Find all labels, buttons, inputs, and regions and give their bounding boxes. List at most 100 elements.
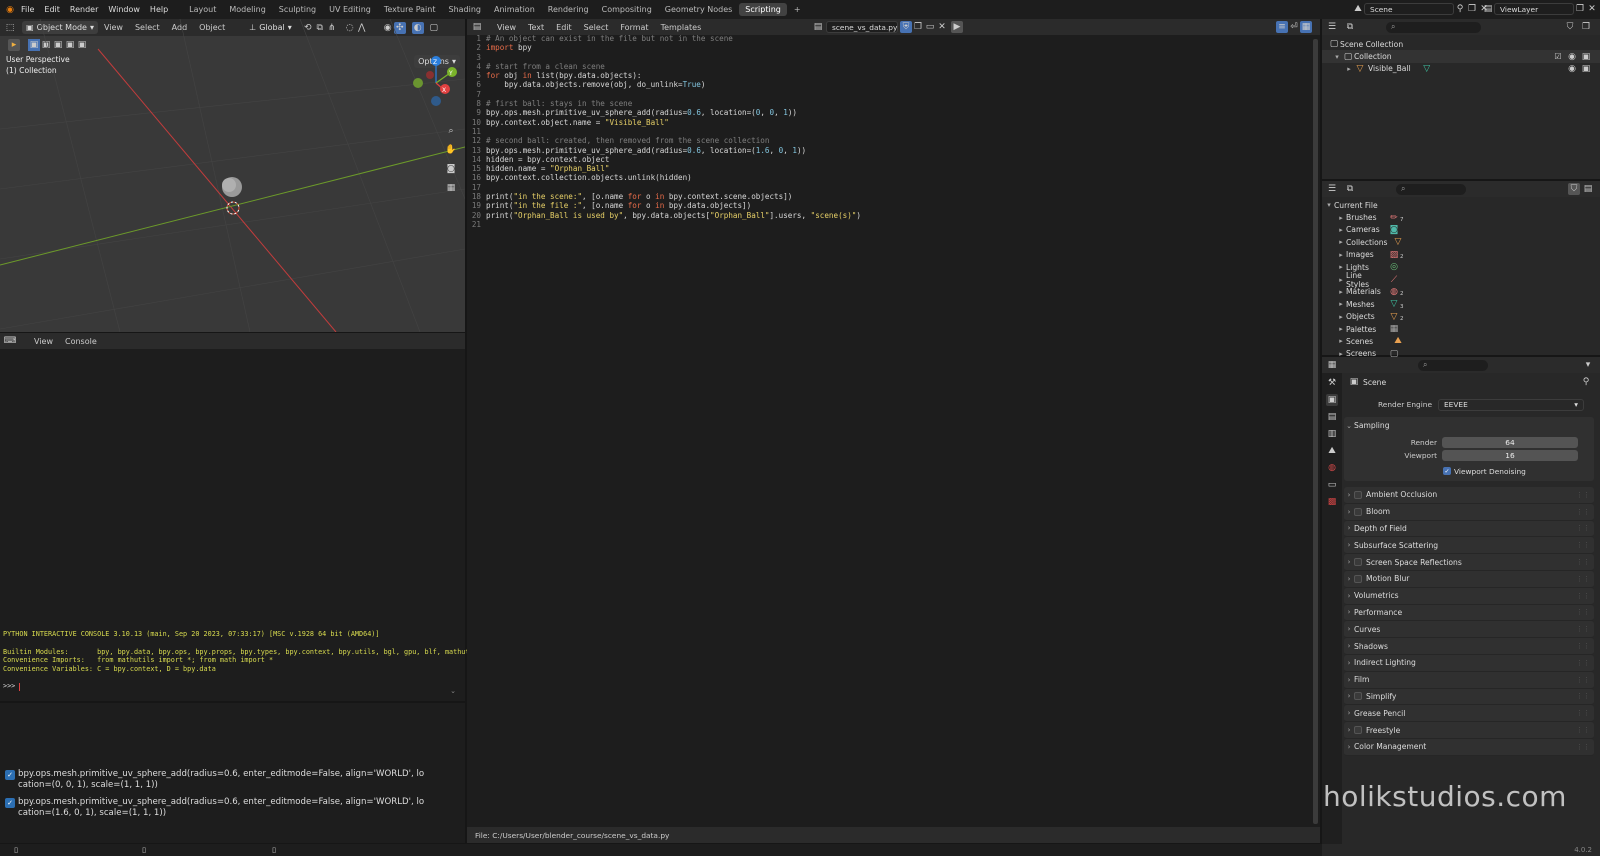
properties-editor-type-icon[interactable]: ▦ [1326,359,1338,371]
menu-edit[interactable]: Edit [39,5,65,14]
tree-row-visible-ball[interactable]: ▸ ▽ Visible_Ball ▽ ◉ ▣ [1322,63,1600,75]
console-menu-view[interactable]: View [28,337,59,346]
console-menu-console[interactable]: Console [59,337,103,346]
drag-handle-icon[interactable]: ⋮⋮ [1576,575,1590,583]
panel-freestyle[interactable]: › Freestyle ⋮⋮ [1344,722,1594,739]
panel-color-management[interactable]: › Color Management ⋮⋮ [1344,738,1594,756]
panel-indirect-lighting[interactable]: › Indirect Lighting ⋮⋮ [1344,654,1594,672]
info-entry[interactable]: ✓ bpy.ops.mesh.primitive_uv_sphere_add(r… [5,797,460,819]
view-layer-field[interactable]: ViewLayer [1494,3,1574,15]
camera-render-icon[interactable]: ▣ [1580,51,1592,63]
text-browse-icon[interactable]: ▤ [812,21,824,33]
panel-shadows[interactable]: › Shadows ⋮⋮ [1344,638,1594,655]
tab-rendering[interactable]: Rendering [542,3,595,16]
word-wrap-icon[interactable]: ⏎ [1288,21,1300,33]
eye-icon[interactable]: ◉ [1566,51,1578,63]
drag-handle-icon[interactable]: ⋮⋮ [1576,642,1590,650]
panel-checkbox[interactable] [1354,490,1362,499]
eye-icon[interactable]: ◉ [1566,63,1578,75]
new-scene-icon[interactable]: ❐ [1466,3,1478,15]
expand-chevron-icon[interactable]: ▸ [1336,337,1346,345]
open-text-icon[interactable]: ▭ [924,21,936,33]
editor-menu-view[interactable]: View [491,23,522,32]
code-line[interactable]: 21 [467,220,1307,229]
tree-row-scenes[interactable]: ▸ Scenes ⛰ [1322,335,1600,347]
drag-handle-icon[interactable]: ⋮⋮ [1576,625,1590,633]
code-line[interactable]: 19 print("in the file :", [o.name for o i… [467,201,1307,210]
panel-performance[interactable]: › Performance ⋮⋮ [1344,604,1594,622]
display-mode-icon[interactable]: ⧉ [1344,183,1356,195]
panel-film[interactable]: › Film ⋮⋮ [1344,671,1594,689]
code-line[interactable]: 7 [467,90,1307,99]
run-script-icon[interactable]: ▶ [951,21,963,33]
panel-depth-of-field[interactable]: › Depth of Field ⋮⋮ [1344,520,1594,538]
viewport-3d[interactable]: ⬚ ▣ Object Mode ▾ View Select Add Object ⊥… [0,19,465,332]
new-collection-icon[interactable]: ❐ [1580,21,1592,33]
panel-grease-pencil[interactable]: › Grease Pencil ⋮⋮ [1344,705,1594,723]
outliner-editor-type-icon[interactable]: ☰ [1326,183,1338,195]
text-editor-type-icon[interactable]: ▤ [471,21,483,33]
world-tab-icon[interactable]: ◍ [1326,462,1338,474]
new-view-layer-icon[interactable]: ❐ [1574,3,1586,15]
drag-handle-icon[interactable]: ⋮⋮ [1576,558,1590,566]
panel-volumetrics[interactable]: › Volumetrics ⋮⋮ [1344,587,1594,605]
panel-simplify[interactable]: › Simplify ⋮⋮ [1344,688,1594,706]
code-line[interactable]: 1 # An object can exist in the file but n… [467,34,1307,43]
outliner-search-input[interactable]: ⌕ [1386,21,1481,33]
properties-search-input[interactable]: ⌕ [1418,359,1488,371]
python-console[interactable]: ⌨ View Console PYTHON INTERACTIVE CONSOL… [0,333,482,701]
editor-menu-edit[interactable]: Edit [550,23,578,32]
drag-handle-icon[interactable]: ⋮⋮ [1576,676,1590,684]
syntax-highlight-icon[interactable]: ▦ [1300,21,1312,33]
line-numbers-icon[interactable]: ≡ [1276,21,1288,33]
checkbox-checked-icon[interactable]: ✓ [1443,467,1451,475]
editor-menu-text[interactable]: Text [522,23,550,32]
code-line[interactable]: 10 bpy.context.object.name = "Visible_Bal… [467,118,1307,127]
expand-chevron-icon[interactable]: ▸ [1336,276,1346,284]
panel-bloom[interactable]: › Bloom ⋮⋮ [1344,503,1594,521]
console-editor-type-icon[interactable]: ⌨ [4,335,17,347]
tree-row-cameras[interactable]: ▸ Cameras ◙ [1322,224,1600,236]
expand-chevron-icon[interactable]: ▸ [1336,263,1346,271]
expand-chevron-icon[interactable]: ▸ [1336,288,1346,296]
editor-menu-format[interactable]: Format [614,23,654,32]
expand-chevron-icon[interactable]: ▾ [1332,53,1342,61]
new-text-icon[interactable]: ❐ [912,21,924,33]
expand-chevron-icon[interactable]: ▸ [1336,226,1346,234]
blender-logo-icon[interactable]: ◉ [4,4,16,16]
expand-chevron-icon[interactable]: ▸ [1336,238,1346,246]
delete-view-layer-icon[interactable]: ✕ [1586,3,1598,15]
code-line[interactable]: 18 print("in the scene:", [o.name for o i… [467,192,1307,201]
tab-modeling[interactable]: Modeling [223,3,271,16]
panel-curves[interactable]: › Curves ⋮⋮ [1344,621,1594,639]
viewport-denoising-row[interactable]: ✓ Viewport Denoising [1344,465,1594,477]
navigation-gizmo[interactable]: Z Y X [413,56,457,106]
sampling-panel-header[interactable]: ⌄ Sampling [1344,417,1594,434]
code-line[interactable]: 5 for obj in list(bpy.data.objects): [467,71,1307,80]
tool-tab-icon[interactable]: ⚒ [1326,377,1338,389]
code-area[interactable]: 1 # An object can exist in the file but n… [467,34,1307,229]
tab-geometry-nodes[interactable]: Geometry Nodes [659,3,738,16]
add-workspace-button[interactable]: + [788,3,807,16]
expand-chevron-icon[interactable]: ▾ [1324,201,1334,209]
outliner[interactable]: ☰ ⧉ ⌕ ⛉ ❐ ▢ Scene Collection ▾ ▢ Collect… [1322,19,1600,179]
code-line[interactable]: 16 bpy.context.collection.objects.unlink(… [467,173,1307,182]
tree-row-current-file[interactable]: ▾ Current File [1322,199,1600,211]
outliner-editor-type-icon[interactable]: ☰ [1326,21,1338,33]
drag-handle-icon[interactable]: ⋮⋮ [1576,592,1590,600]
unlink-text-icon[interactable]: ✕ [936,21,948,33]
viewport-samples-field[interactable]: 16 [1442,449,1578,461]
info-entry[interactable]: ✓ bpy.ops.mesh.primitive_uv_sphere_add(r… [5,769,460,791]
scene-tab-icon[interactable]: ⛰ [1326,445,1338,457]
menu-window[interactable]: Window [103,5,145,14]
code-line[interactable]: 2 import bpy [467,43,1307,52]
tab-sculpting[interactable]: Sculpting [273,3,322,16]
editor-scrollbar[interactable] [1313,39,1318,824]
panel-ambient-occlusion[interactable]: › Ambient Occlusion ⋮⋮ [1344,487,1594,504]
expand-chevron-icon[interactable]: ▸ [1344,65,1354,73]
drag-handle-icon[interactable]: ⋮⋮ [1576,608,1590,616]
tree-row-meshes[interactable]: ▸ Meshes ▽ 3 [1322,298,1600,310]
purge-icon[interactable]: ▤ [1582,183,1594,195]
code-line[interactable]: 15 hidden.name = "Orphan_Ball" [467,164,1307,173]
blend-search-input[interactable]: ⌕ [1396,183,1466,195]
